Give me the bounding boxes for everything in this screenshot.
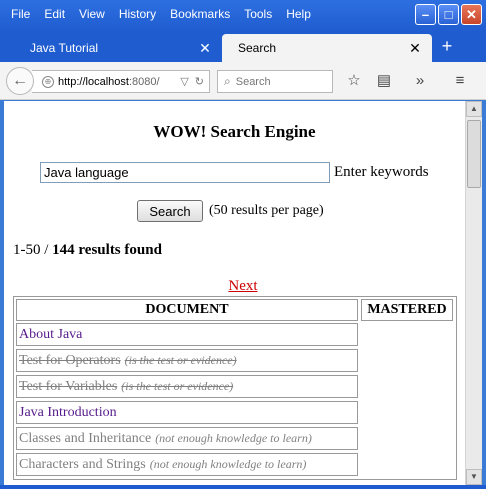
search-row: Search (50 results per page) <box>137 200 324 222</box>
search-placeholder: Search <box>235 75 271 88</box>
back-arrow-icon: ← <box>12 72 28 89</box>
page-content: WOW! Search Engine Java language Enter k… <box>4 101 465 485</box>
keyword-input[interactable]: Java language <box>40 162 330 183</box>
minimize-button[interactable]: – <box>415 4 436 25</box>
navigation-bar: ⊕ http://localhost:8080/ ▽ ↻ ← ⌕ Search … <box>0 62 486 100</box>
globe-icon: ⊕ <box>42 75 54 88</box>
document-title: Characters and Strings <box>19 456 146 472</box>
menu-file[interactable]: File <box>4 4 37 24</box>
reading-list-icon[interactable]: ▤ <box>374 71 394 91</box>
table-row: Test for Variables (is the test or eviden… <box>16 375 358 398</box>
scroll-thumb[interactable] <box>467 120 481 188</box>
menu-help[interactable]: Help <box>279 4 318 24</box>
document-note: (not enough knowledge to learn) <box>149 457 307 471</box>
tab-label: Java Tutorial <box>30 41 99 55</box>
menu-tools[interactable]: Tools <box>237 4 279 24</box>
url-scheme: http:// <box>58 75 86 88</box>
dropdown-arrow-icon[interactable]: ▽ <box>180 75 188 88</box>
keyword-label: Enter keywords <box>334 164 429 180</box>
overflow-chevron-icon[interactable]: » <box>410 71 430 91</box>
title-bar: File Edit View History Bookmarks Tools H… <box>0 0 486 32</box>
per-page-text: (50 results per page) <box>209 203 324 218</box>
window-controls: – □ ✕ <box>415 4 482 25</box>
url-tools: ▽ ↻ <box>180 75 209 88</box>
results-range: 1-50 / <box>13 242 53 258</box>
menu-edit[interactable]: Edit <box>37 4 72 24</box>
menu-bookmarks[interactable]: Bookmarks <box>163 4 237 24</box>
search-button[interactable]: Search <box>137 200 203 222</box>
bookmark-star-icon[interactable]: ☆ <box>344 71 364 91</box>
new-tab-button[interactable]: + <box>437 36 457 56</box>
tab-close-icon[interactable]: ✕ <box>198 40 212 57</box>
next-link[interactable]: Next <box>4 278 465 295</box>
menu-history[interactable]: History <box>112 4 163 24</box>
url-port: :8080/ <box>128 75 160 88</box>
tab-java-tutorial[interactable]: Java Tutorial ✕ <box>14 34 222 62</box>
url-bar[interactable]: ⊕ http://localhost:8080/ ▽ ↻ <box>32 70 210 93</box>
document-title: Test for Operators <box>19 352 121 368</box>
back-button[interactable]: ← <box>6 67 34 95</box>
tab-search[interactable]: Search ✕ <box>222 34 432 62</box>
table-row: Test for Operators (is the test or eviden… <box>16 349 358 372</box>
document-title: Classes and Inheritance <box>19 430 152 446</box>
close-window-button[interactable]: ✕ <box>461 4 482 25</box>
tab-close-icon[interactable]: ✕ <box>408 40 422 57</box>
results-summary: 1-50 / 144 results found <box>13 242 162 259</box>
search-icon: ⌕ <box>224 74 231 88</box>
column-header-document: DOCUMENT <box>16 299 358 321</box>
table-row: About Java <box>16 323 358 346</box>
search-bar[interactable]: ⌕ Search <box>217 70 333 93</box>
document-note: (not enough knowledge to learn) <box>155 431 312 445</box>
page-title: WOW! Search Engine <box>153 122 316 141</box>
document-title: Test for Variables <box>19 378 118 394</box>
tab-strip: Java Tutorial ✕ Search ✕ <box>0 32 486 62</box>
scroll-up-arrow-icon[interactable]: ▲ <box>466 101 482 117</box>
maximize-button[interactable]: □ <box>438 4 459 25</box>
column-header-mastered: MASTERED <box>361 299 453 321</box>
table-row: Classes and Inheritance (not enough knowl… <box>16 427 358 450</box>
document-title[interactable]: About Java <box>19 327 82 343</box>
results-table: DOCUMENT MASTERED About Java Test for Ope… <box>13 296 457 480</box>
table-row: Java Introduction <box>16 401 358 424</box>
document-note: (is the test or evidence) <box>124 353 237 367</box>
table-header: DOCUMENT MASTERED <box>14 297 456 323</box>
table-rows: About Java Test for Operators (is the test… <box>14 323 456 476</box>
scroll-down-arrow-icon[interactable]: ▼ <box>466 469 482 485</box>
window-frame-bottom <box>0 485 486 489</box>
tab-label: Search <box>238 41 277 55</box>
keyword-row: Java language Enter keywords <box>40 162 429 183</box>
hamburger-menu-icon[interactable]: ≡ <box>450 71 470 91</box>
menu-view[interactable]: View <box>72 4 112 24</box>
reload-icon[interactable]: ↻ <box>195 75 204 88</box>
menu-bar: File Edit View History Bookmarks Tools H… <box>4 4 318 24</box>
results-count: 144 results found <box>52 242 162 258</box>
document-note: (is the test or evidence) <box>121 379 234 393</box>
vertical-scrollbar[interactable]: ▲ ▼ <box>465 101 482 485</box>
document-title[interactable]: Java Introduction <box>19 405 117 421</box>
url-host: localhost <box>85 75 129 88</box>
table-row: Characters and Strings (not enough knowle… <box>16 453 358 476</box>
